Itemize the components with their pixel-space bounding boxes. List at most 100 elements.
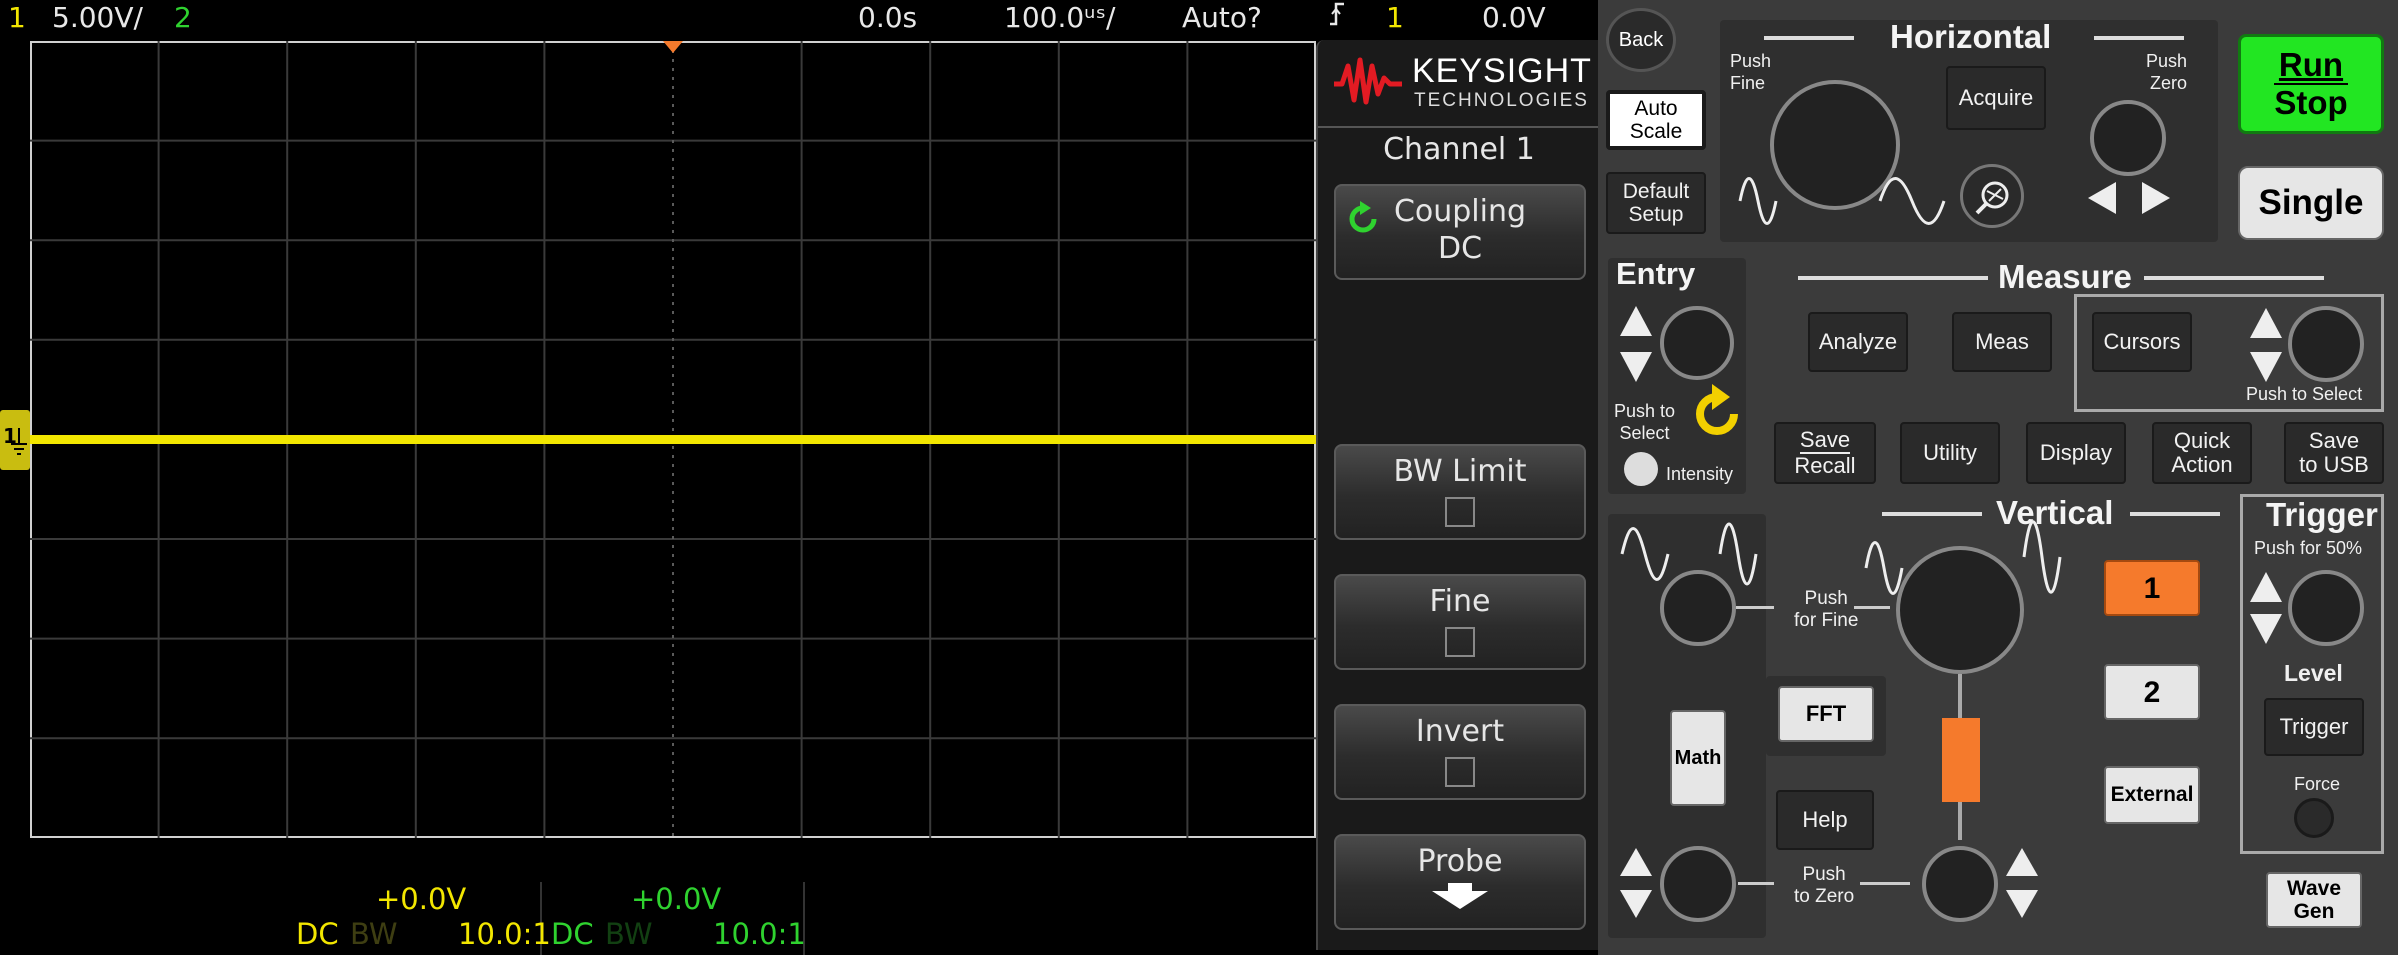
cursors-up-down-arrows[interactable] — [2248, 306, 2284, 384]
save-recall-button[interactable]: Save Recall — [1774, 422, 1876, 484]
horizontal-position-knob[interactable] — [2090, 100, 2166, 176]
entry-up-down-arrows[interactable] — [1618, 304, 1654, 384]
entry-push-select-label: Push to Select — [1614, 401, 1676, 443]
submenu-arrow-icon — [1432, 883, 1488, 909]
connector-line — [1860, 882, 1910, 885]
rotate-entry-icon — [1349, 201, 1377, 233]
softkey-menu: KEYSIGHT TECHNOLOGIES Channel 1 Coupling… — [1316, 40, 1600, 950]
vertical-push-zero-label: Push to Zero — [1794, 864, 1855, 907]
measure-rule-left — [1798, 276, 1988, 280]
wide-wave-icon — [1738, 177, 1778, 225]
force-label: Force — [2294, 774, 2341, 794]
front-panel: Back Auto Scale Default Setup Horizontal P… — [1598, 0, 2398, 955]
zoom-icon — [1975, 181, 2009, 215]
wave-gen-button[interactable]: Wave Gen — [2266, 872, 2362, 928]
utility-button[interactable]: Utility — [1900, 422, 2000, 484]
narrow-wave-icon — [1878, 177, 1946, 225]
keysight-logo: KEYSIGHT TECHNOLOGIES — [1332, 50, 1592, 120]
external-button[interactable]: External — [2104, 766, 2200, 824]
default-setup-button[interactable]: Default Setup — [1606, 172, 1706, 234]
connector-line — [1854, 606, 1890, 609]
select-rotate-icon — [1696, 384, 1738, 435]
time-delay: 0.0s — [858, 1, 918, 34]
ch1-info[interactable]: +0.0V DC BW 10.0:1 — [290, 882, 551, 955]
invert-softkey[interactable]: Invert — [1334, 704, 1586, 800]
trigger-menu-button[interactable]: Trigger — [2264, 698, 2364, 756]
menu-divider — [1318, 126, 1600, 128]
vertical-large-wave-icon — [2022, 520, 2062, 594]
horizontal-rule-left — [1764, 36, 1854, 40]
cursors-knob[interactable] — [2288, 306, 2364, 382]
ch1-trace — [30, 435, 1316, 444]
connector-line — [1738, 882, 1774, 885]
menu-title: Channel 1 — [1383, 132, 1535, 167]
fine-checkbox — [1445, 627, 1475, 657]
fine-softkey[interactable]: Fine — [1334, 574, 1586, 670]
horizontal-rule-right — [2094, 36, 2184, 40]
scope-display: 1 5.00V/ 2 0.0s 100.0ᵘˢ/ Auto? 1 0.0V 1 — [0, 0, 1546, 955]
waveform-grid[interactable] — [30, 41, 1316, 838]
run-stop-button[interactable]: Run Stop — [2238, 34, 2384, 134]
ch2-number[interactable]: 2 — [174, 0, 192, 36]
connector-line — [1736, 606, 1774, 609]
vertical-push-fine-label: Push for Fine — [1794, 588, 1859, 631]
coupling-softkey[interactable]: Coupling DC — [1334, 184, 1586, 280]
cursors-push-select-label: Push to Select — [2246, 384, 2363, 404]
channel-1-button[interactable]: 1 — [2104, 560, 2200, 616]
vertical-scale-knob[interactable] — [1896, 546, 2024, 674]
ch1-number[interactable]: 1 — [8, 0, 26, 36]
force-trigger-button[interactable] — [2294, 798, 2334, 838]
trigger-source: 1 — [1386, 1, 1404, 34]
channel-color-indicator — [1942, 718, 1980, 802]
trigger-level-label: Level — [2284, 660, 2343, 686]
intensity-label: Intensity — [1666, 464, 1734, 484]
math-position-knob[interactable] — [1660, 846, 1736, 922]
intensity-button[interactable] — [1624, 452, 1658, 486]
single-button[interactable]: Single — [2238, 166, 2384, 240]
fft-button[interactable]: FFT — [1778, 686, 1874, 742]
display-button[interactable]: Display — [2026, 422, 2126, 484]
back-button[interactable]: Back — [1606, 8, 1676, 72]
math-wide-wave-icon — [1620, 527, 1670, 581]
channel-2-button[interactable]: 2 — [2104, 664, 2200, 720]
trigger-level-knob[interactable] — [2288, 570, 2364, 646]
zoom-button[interactable] — [1960, 164, 2024, 228]
save-to-usb-button[interactable]: Save to USB — [2284, 422, 2384, 484]
push-50-label: Push for 50% — [2254, 538, 2363, 558]
help-button[interactable]: Help — [1776, 790, 1874, 850]
vertical-position-knob[interactable] — [1922, 846, 1998, 922]
meas-button[interactable]: Meas — [1952, 312, 2052, 372]
left-right-arrows-icon[interactable] — [2084, 178, 2174, 218]
bw-limit-checkbox — [1445, 497, 1475, 527]
ch1-ground-marker[interactable]: 1 — [0, 410, 30, 470]
measure-rule-right — [2144, 276, 2324, 280]
auto-scale-button[interactable]: Auto Scale — [1606, 90, 1706, 150]
trigger-mode: Auto? — [1182, 1, 1262, 34]
push-fine-label: Push Fine — [1730, 51, 1772, 93]
keysight-wave-icon — [1334, 57, 1402, 105]
trigger-up-down-arrows[interactable] — [2248, 570, 2284, 646]
math-scale-knob[interactable] — [1660, 570, 1736, 646]
vertical-rule-left — [1882, 512, 1982, 516]
vertical-up-down-arrows[interactable] — [2004, 846, 2040, 920]
ch1-scale: 5.00V/ — [52, 1, 143, 34]
trigger-title: Trigger — [2266, 496, 2378, 533]
vertical-rule-right — [2130, 512, 2220, 516]
probe-softkey[interactable]: Probe — [1334, 834, 1586, 930]
trigger-slope-icon — [1328, 0, 1346, 37]
channel-info-bar: +0.0V DC BW 10.0:1 +0.0V DC BW 10.0:1 — [0, 882, 1316, 955]
entry-knob[interactable] — [1660, 306, 1734, 380]
bw-limit-softkey[interactable]: BW Limit — [1334, 444, 1586, 540]
acquire-button[interactable]: Acquire — [1946, 66, 2046, 130]
measure-title: Measure — [1998, 258, 2132, 295]
time-scale: 100.0ᵘˢ/ — [1004, 1, 1116, 34]
math-up-down-arrows[interactable] — [1618, 846, 1654, 920]
quick-action-button[interactable]: Quick Action — [2152, 422, 2252, 484]
vertical-small-wave-icon — [1864, 541, 1904, 595]
analyze-button[interactable]: Analyze — [1808, 312, 1908, 372]
cursors-button[interactable]: Cursors — [2092, 312, 2192, 372]
math-button[interactable]: Math — [1670, 710, 1726, 806]
math-tall-wave-icon — [1718, 522, 1758, 586]
ground-icon — [11, 428, 27, 455]
ch2-info[interactable]: +0.0V DC BW 10.0:1 — [545, 882, 806, 955]
